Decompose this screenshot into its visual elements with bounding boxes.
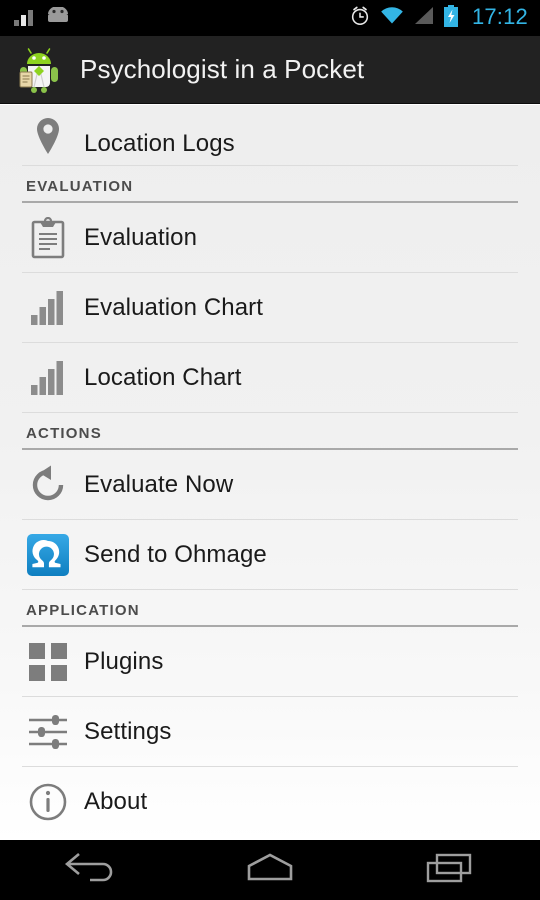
section-header-actions: ACTIONS (0, 413, 540, 448)
settings-list[interactable]: Location Logs EVALUATION Evaluation Eval… (0, 105, 540, 840)
grid-squares-icon (26, 640, 70, 684)
page-title: Psychologist in a Pocket (80, 54, 365, 84)
cell-signal-icon (413, 6, 434, 30)
list-item-evaluate-now[interactable]: Evaluate Now (0, 450, 540, 519)
sliders-icon (26, 710, 70, 754)
list-item-send-to-ohmage[interactable]: Send to Ohmage (0, 520, 540, 589)
section-header-evaluation: EVALUATION (0, 166, 540, 201)
map-pin-icon (26, 114, 70, 158)
home-button[interactable] (180, 840, 360, 900)
list-item-label: Location Chart (84, 363, 242, 391)
alarm-clock-icon (349, 5, 371, 32)
list-item-label: Plugins (84, 647, 164, 675)
section-title: ACTIONS (26, 425, 102, 442)
list-item-label: Settings (84, 717, 172, 745)
list-item-evaluation[interactable]: Evaluation (0, 203, 540, 272)
status-bar: 17:12 (0, 0, 540, 36)
back-button[interactable] (0, 840, 180, 900)
signal-bars-icon (14, 10, 33, 26)
list-item-label: Evaluate Now (84, 470, 234, 498)
info-circle-icon (26, 780, 70, 824)
battery-charging-icon (443, 4, 459, 32)
recent-apps-button[interactable] (360, 840, 540, 900)
list-item-evaluation-chart[interactable]: Evaluation Chart (0, 273, 540, 342)
list-item-label: Evaluation (84, 223, 198, 251)
app-screen: 17:12 Psychologist in a Pocket Location … (0, 0, 540, 900)
clipboard-icon (26, 216, 70, 260)
list-item-label: Send to Ohmage (84, 540, 267, 568)
list-item-location-logs[interactable]: Location Logs (0, 105, 540, 165)
bar-chart-icon (26, 356, 70, 400)
section-title: EVALUATION (26, 178, 134, 195)
back-icon (63, 851, 117, 890)
list-item-settings[interactable]: Settings (0, 697, 540, 766)
list-item-about[interactable]: About (0, 767, 540, 836)
home-icon (244, 852, 296, 889)
action-bar: Psychologist in a Pocket (0, 36, 540, 104)
status-bar-right-icons: 17:12 (349, 4, 528, 32)
android-head-icon (45, 5, 71, 30)
list-item-location-chart[interactable]: Location Chart (0, 343, 540, 412)
ohmage-omega-icon (26, 533, 70, 577)
status-bar-clock: 17:12 (471, 4, 528, 29)
bar-chart-icon (26, 286, 70, 330)
android-doctor-icon (14, 45, 64, 95)
section-header-application: APPLICATION (0, 590, 540, 625)
list-item-label: Location Logs (84, 130, 235, 157)
navigation-bar (0, 840, 540, 900)
rotate-ccw-icon (26, 463, 70, 507)
list-item-label: About (84, 787, 148, 815)
wifi-icon (380, 6, 404, 30)
status-bar-left-icons (14, 5, 71, 30)
section-title: APPLICATION (26, 602, 140, 619)
list-item-label: Evaluation Chart (84, 293, 264, 321)
recent-apps-icon (425, 851, 475, 890)
list-item-plugins[interactable]: Plugins (0, 627, 540, 696)
